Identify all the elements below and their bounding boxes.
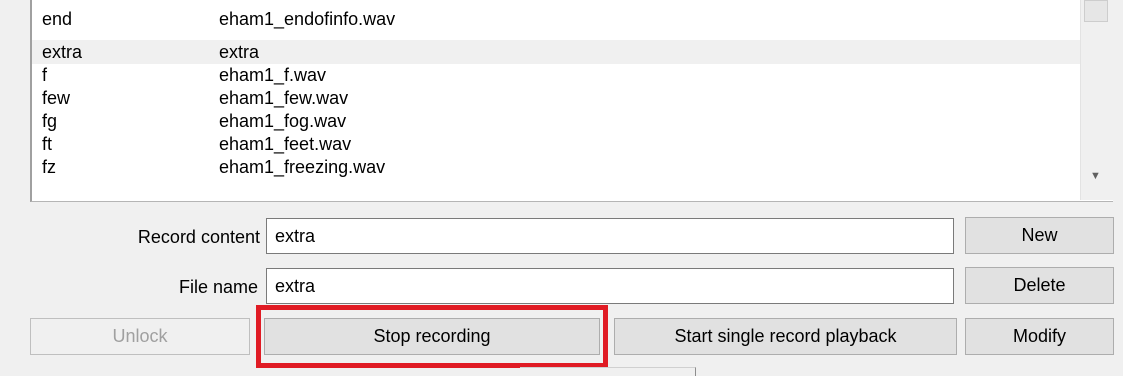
record-file: eham1_freezing.wav [219,157,386,177]
clipped-control-edge [520,367,696,376]
annotation-highlight-box [256,305,608,368]
delete-button[interactable]: Delete [965,267,1114,304]
record-key: fz [42,157,57,177]
file-name-field[interactable]: extra [266,268,954,304]
record-file: eham1_endofinfo.wav [219,9,396,29]
scrollbar-thumb[interactable] [1084,0,1108,22]
record-content-label: Record content [137,227,260,247]
start-single-record-playback-button[interactable]: Start single record playback [614,318,957,355]
record-key: ft [42,134,53,154]
record-file: eham1_fog.wav [219,111,347,131]
record-key: fg [42,111,58,131]
list-item[interactable]: fg eham1_fog.wav [32,109,1082,133]
record-listbox[interactable]: end eham1_endofinfo.wav extra extra f eh… [30,0,1113,202]
list-item[interactable]: fz eham1_freezing.wav [32,155,1082,179]
record-file: eham1_few.wav [219,88,349,108]
record-file: eham1_f.wav [219,65,327,85]
list-item[interactable]: end eham1_endofinfo.wav [32,7,1082,31]
record-file: eham1_feet.wav [219,134,352,154]
list-item-selected[interactable]: extra extra [32,40,1082,64]
record-key: end [42,9,73,29]
vertical-scrollbar[interactable]: ▼ [1080,0,1113,200]
file-name-label: File name [178,277,258,297]
record-key: few [42,88,71,108]
new-button[interactable]: New [965,217,1114,254]
record-key: f [42,65,48,85]
record-content-field[interactable]: extra [266,218,954,254]
list-item[interactable]: few eham1_few.wav [32,86,1082,110]
record-key: extra [42,42,83,62]
list-item[interactable]: f eham1_f.wav [32,63,1082,87]
unlock-button[interactable]: Unlock [30,318,250,355]
record-file: extra [219,42,260,62]
list-item[interactable]: ft eham1_feet.wav [32,132,1082,156]
scroll-down-icon[interactable]: ▼ [1090,170,1101,182]
modify-button[interactable]: Modify [965,318,1114,355]
